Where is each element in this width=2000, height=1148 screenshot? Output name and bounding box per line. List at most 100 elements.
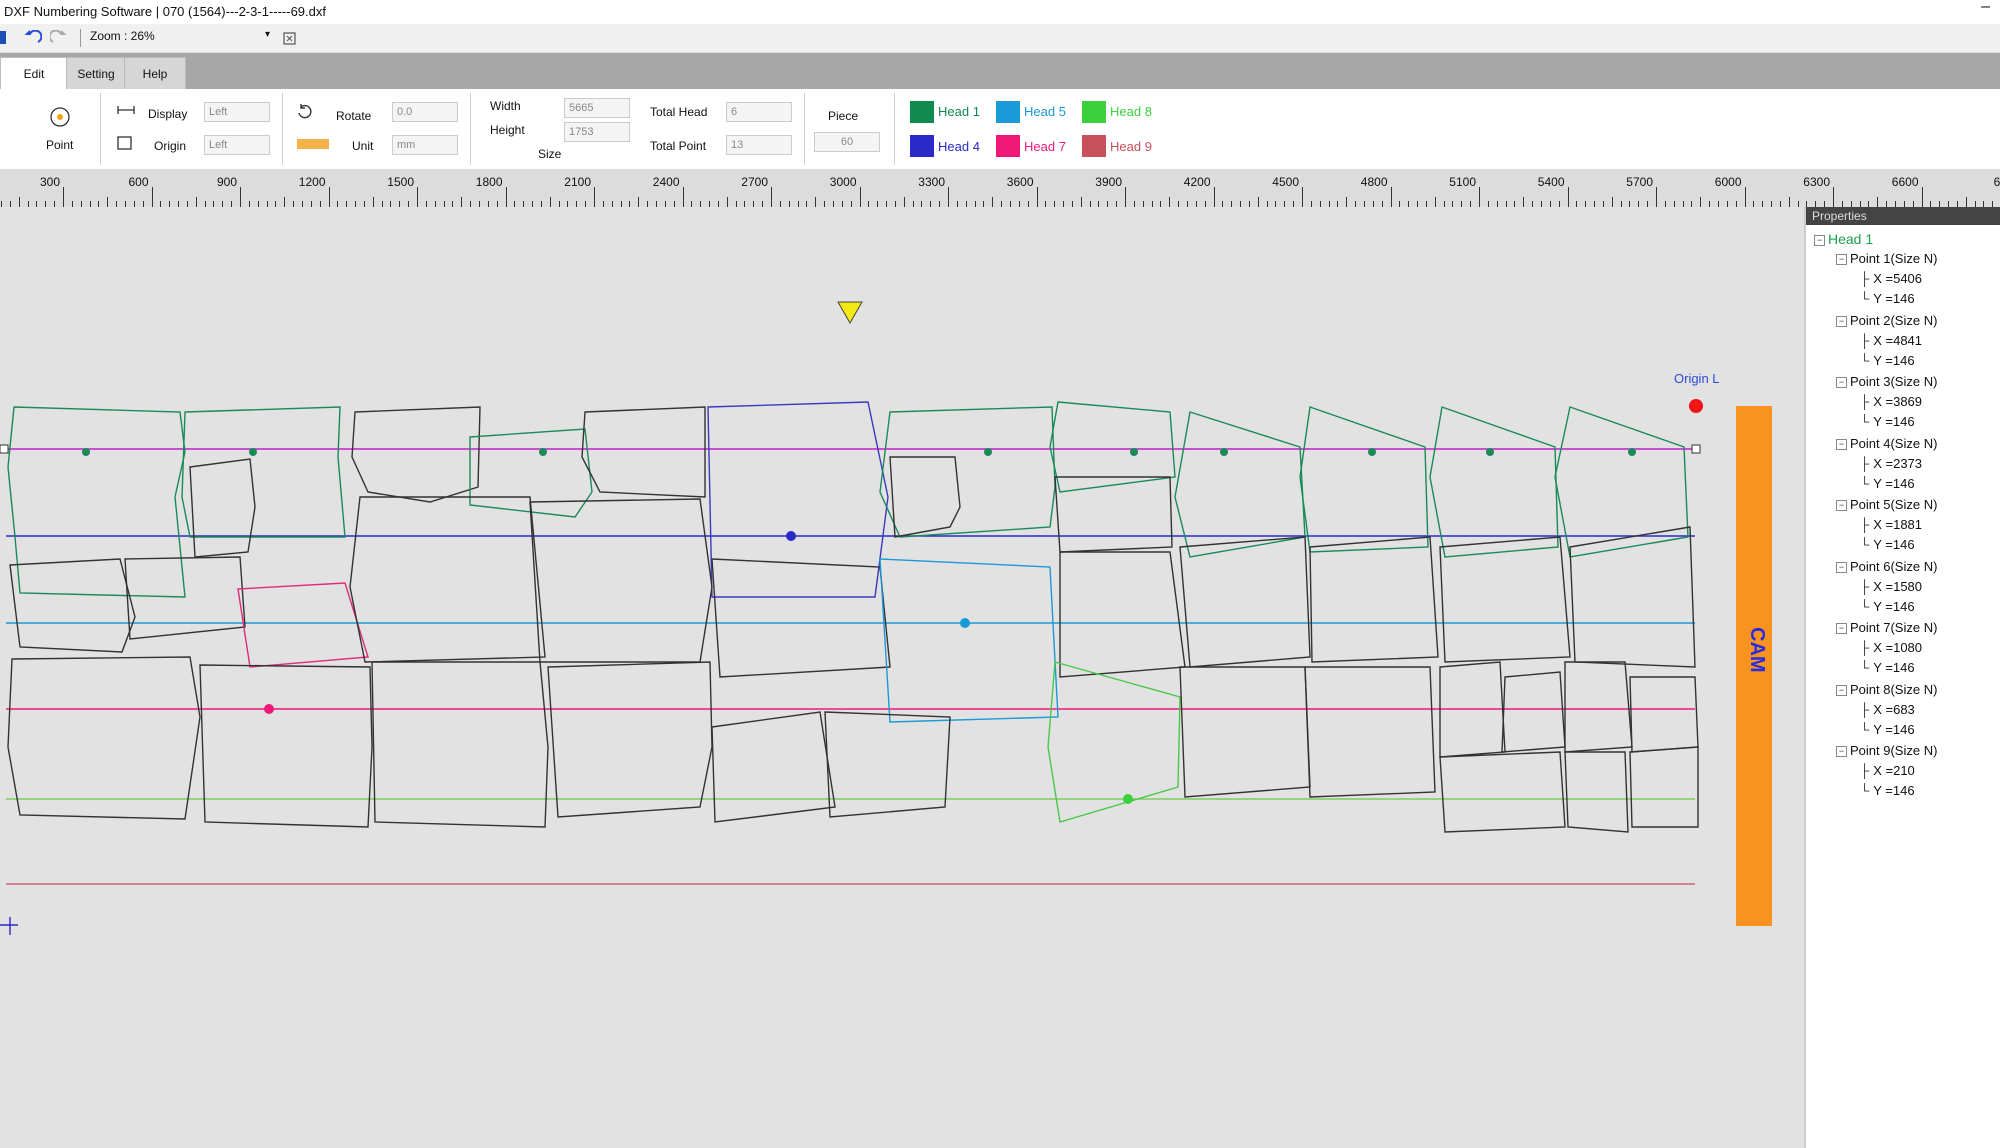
head-7-color-swatch[interactable]	[996, 135, 1020, 157]
pattern-piece[interactable]	[1564, 661, 1633, 753]
pattern-piece[interactable]	[711, 558, 891, 678]
collapse-icon[interactable]: −	[1836, 377, 1847, 389]
collapse-icon[interactable]: −	[1836, 684, 1847, 696]
pattern-piece[interactable]	[189, 458, 256, 558]
pattern-piece[interactable]	[7, 656, 201, 820]
pattern-piece[interactable]	[1054, 476, 1173, 553]
save-icon[interactable]	[0, 30, 10, 46]
fit-screen-icon[interactable]	[282, 31, 298, 47]
pattern-piece[interactable]	[181, 406, 346, 538]
tree-point-node[interactable]: − Point 3(Size N)	[1836, 374, 1937, 389]
tree-point-node[interactable]: − Point 2(Size N)	[1836, 313, 1937, 328]
unit-select[interactable]: mm	[392, 135, 458, 155]
tree-point-node[interactable]: − Point 9(Size N)	[1836, 743, 1937, 758]
pattern-piece[interactable]	[529, 498, 713, 663]
point-icon[interactable]	[48, 105, 72, 129]
pattern-piece[interactable]	[1554, 406, 1689, 558]
collapse-icon[interactable]: −	[1836, 438, 1847, 450]
head-1-marker[interactable]	[1628, 448, 1636, 456]
tree-head-node[interactable]: − Head 1	[1814, 231, 1873, 247]
pattern-piece[interactable]	[889, 456, 961, 538]
pattern-piece[interactable]	[7, 406, 186, 598]
pattern-piece[interactable]	[1049, 401, 1176, 493]
head-1-marker[interactable]	[984, 448, 992, 456]
pattern-piece[interactable]	[1569, 526, 1696, 668]
pattern-piece[interactable]	[351, 406, 481, 503]
pattern-piece[interactable]	[1629, 676, 1699, 753]
pattern-piece[interactable]	[1501, 671, 1566, 753]
head-9-color-swatch[interactable]	[1082, 135, 1106, 157]
head-4-color-swatch[interactable]	[910, 135, 934, 157]
zoom-dropdown-button[interactable]: ▾	[265, 29, 270, 40]
drawing-canvas[interactable]: Origin L CAM	[0, 207, 1804, 1148]
head-7-marker[interactable]	[264, 704, 274, 714]
pattern-piece[interactable]	[1429, 406, 1559, 558]
pattern-piece[interactable]	[1629, 746, 1699, 828]
pattern-piece[interactable]	[879, 406, 1056, 538]
collapse-icon[interactable]: −	[1814, 234, 1825, 246]
pattern-piece[interactable]	[199, 664, 373, 828]
pattern-piece[interactable]	[1059, 551, 1186, 678]
pattern-piece[interactable]	[1179, 666, 1311, 798]
head-1-label[interactable]: Head 1	[938, 104, 980, 119]
origin-dot[interactable]	[1689, 399, 1703, 413]
collapse-icon[interactable]: −	[1836, 254, 1847, 266]
pattern-piece[interactable]	[1309, 536, 1439, 663]
pattern-piece[interactable]	[1299, 406, 1429, 553]
collapse-icon[interactable]: −	[1836, 315, 1847, 327]
redo-icon[interactable]	[50, 30, 68, 46]
head-5-color-swatch[interactable]	[996, 101, 1020, 123]
pattern-piece[interactable]	[707, 401, 889, 598]
collapse-icon[interactable]: −	[1836, 500, 1847, 512]
pattern-piece[interactable]	[1174, 411, 1306, 558]
head-8-label[interactable]: Head 8	[1110, 104, 1152, 119]
collapse-icon[interactable]: −	[1836, 746, 1847, 758]
tab-edit[interactable]: Edit	[0, 57, 68, 90]
rotate-input[interactable]: 0.0	[392, 102, 458, 122]
head-1-color-swatch[interactable]	[910, 101, 934, 123]
pattern-piece[interactable]	[9, 558, 136, 653]
pattern-piece[interactable]	[349, 496, 546, 663]
head-1-marker[interactable]	[82, 448, 90, 456]
head-1-marker[interactable]	[539, 448, 547, 456]
tree-point-node[interactable]: − Point 8(Size N)	[1836, 682, 1937, 697]
head-5-marker[interactable]	[960, 618, 970, 628]
collapse-icon[interactable]: −	[1836, 623, 1847, 635]
tree-point-node[interactable]: − Point 5(Size N)	[1836, 497, 1937, 512]
pattern-piece[interactable]	[1179, 536, 1311, 668]
tree-point-node[interactable]: − Point 7(Size N)	[1836, 620, 1937, 635]
display-select[interactable]: Left	[204, 102, 270, 122]
head-7-label[interactable]: Head 7	[1024, 139, 1066, 154]
head-1-marker[interactable]	[1486, 448, 1494, 456]
undo-icon[interactable]	[24, 30, 42, 46]
tree-point-node[interactable]: − Point 6(Size N)	[1836, 559, 1937, 574]
pattern-piece[interactable]	[581, 406, 706, 498]
line-handle[interactable]	[1691, 444, 1701, 454]
head-1-marker[interactable]	[1130, 448, 1138, 456]
tree-point-node[interactable]: − Point 1(Size N)	[1836, 251, 1937, 266]
pattern-piece[interactable]	[1439, 751, 1566, 833]
pattern-layout[interactable]	[0, 207, 1804, 1148]
head-5-label[interactable]: Head 5	[1024, 104, 1066, 119]
collapse-icon[interactable]: −	[1836, 561, 1847, 573]
minimize-button[interactable]: –	[1981, 0, 1990, 16]
pattern-piece[interactable]	[237, 582, 369, 668]
head-1-marker[interactable]	[249, 448, 257, 456]
tab-setting[interactable]: Setting	[66, 57, 126, 90]
pattern-piece[interactable]	[879, 558, 1059, 723]
pattern-piece[interactable]	[711, 711, 836, 823]
pattern-piece[interactable]	[371, 661, 549, 828]
pattern-piece[interactable]	[1047, 661, 1181, 823]
head-4-label[interactable]: Head 4	[938, 139, 980, 154]
tab-help[interactable]: Help	[124, 57, 186, 90]
pattern-piece[interactable]	[547, 661, 713, 818]
tree-point-node[interactable]: − Point 4(Size N)	[1836, 436, 1937, 451]
pattern-piece[interactable]	[1564, 751, 1629, 833]
head-1-marker[interactable]	[1220, 448, 1228, 456]
origin-select[interactable]: Left	[204, 135, 270, 155]
pattern-piece[interactable]	[824, 711, 951, 818]
head-9-label[interactable]: Head 9	[1110, 139, 1152, 154]
pattern-piece[interactable]	[1304, 666, 1436, 798]
head-8-marker[interactable]	[1123, 794, 1133, 804]
head-1-marker[interactable]	[1368, 448, 1376, 456]
